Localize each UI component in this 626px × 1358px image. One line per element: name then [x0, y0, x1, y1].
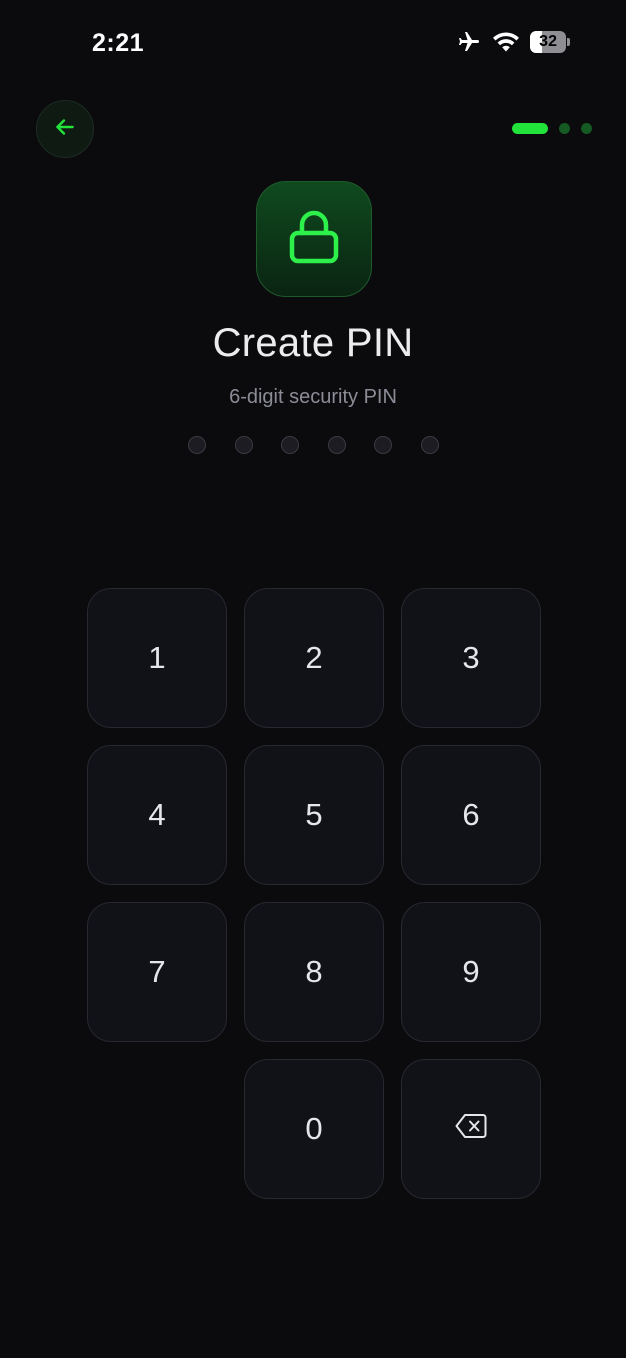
- battery-level: 32: [539, 33, 557, 50]
- pin-dot: [234, 436, 253, 454]
- key-5[interactable]: 5: [244, 745, 384, 885]
- keypad: 1 2 3 4 5 6 7 8 9 0: [87, 588, 541, 1200]
- pin-dot: [420, 436, 439, 454]
- pin-dot: [281, 436, 299, 454]
- key-0[interactable]: 0: [244, 1059, 384, 1199]
- key-9[interactable]: 9: [401, 902, 541, 1042]
- page-subtitle: 6-digit security PIN: [229, 386, 397, 408]
- arrow-left-icon: [52, 114, 78, 145]
- wifi-icon: [492, 31, 520, 53]
- status-time: 2:21: [92, 29, 145, 57]
- backspace-icon: [455, 1111, 487, 1147]
- create-pin-screen: 2:21 32 Create PIN 6-digit security PIN …: [0, 0, 626, 1358]
- pin-dots: [188, 436, 439, 454]
- step-indicator: [512, 123, 592, 134]
- key-7[interactable]: 7: [87, 902, 227, 1042]
- key-1[interactable]: 1: [87, 588, 227, 728]
- back-button[interactable]: [36, 100, 94, 158]
- key-8[interactable]: 8: [244, 902, 384, 1042]
- step-3: [581, 123, 592, 134]
- status-icons: 32: [456, 30, 570, 54]
- status-bar: 2:21 32: [0, 0, 626, 90]
- step-1-active: [512, 123, 548, 134]
- lock-badge: [256, 181, 372, 297]
- key-3[interactable]: 3: [401, 588, 541, 728]
- key-6[interactable]: 6: [401, 745, 541, 885]
- delete-button[interactable]: [401, 1059, 541, 1199]
- pin-dot: [188, 436, 206, 454]
- key-2[interactable]: 2: [244, 588, 384, 728]
- pin-dot: [327, 436, 346, 454]
- step-2: [559, 123, 570, 134]
- battery-icon: 32: [530, 31, 570, 53]
- page-title: Create PIN: [212, 321, 414, 365]
- lock-icon: [286, 207, 342, 272]
- pin-dot: [374, 436, 392, 454]
- airplane-icon: [456, 30, 482, 54]
- key-4[interactable]: 4: [87, 745, 227, 885]
